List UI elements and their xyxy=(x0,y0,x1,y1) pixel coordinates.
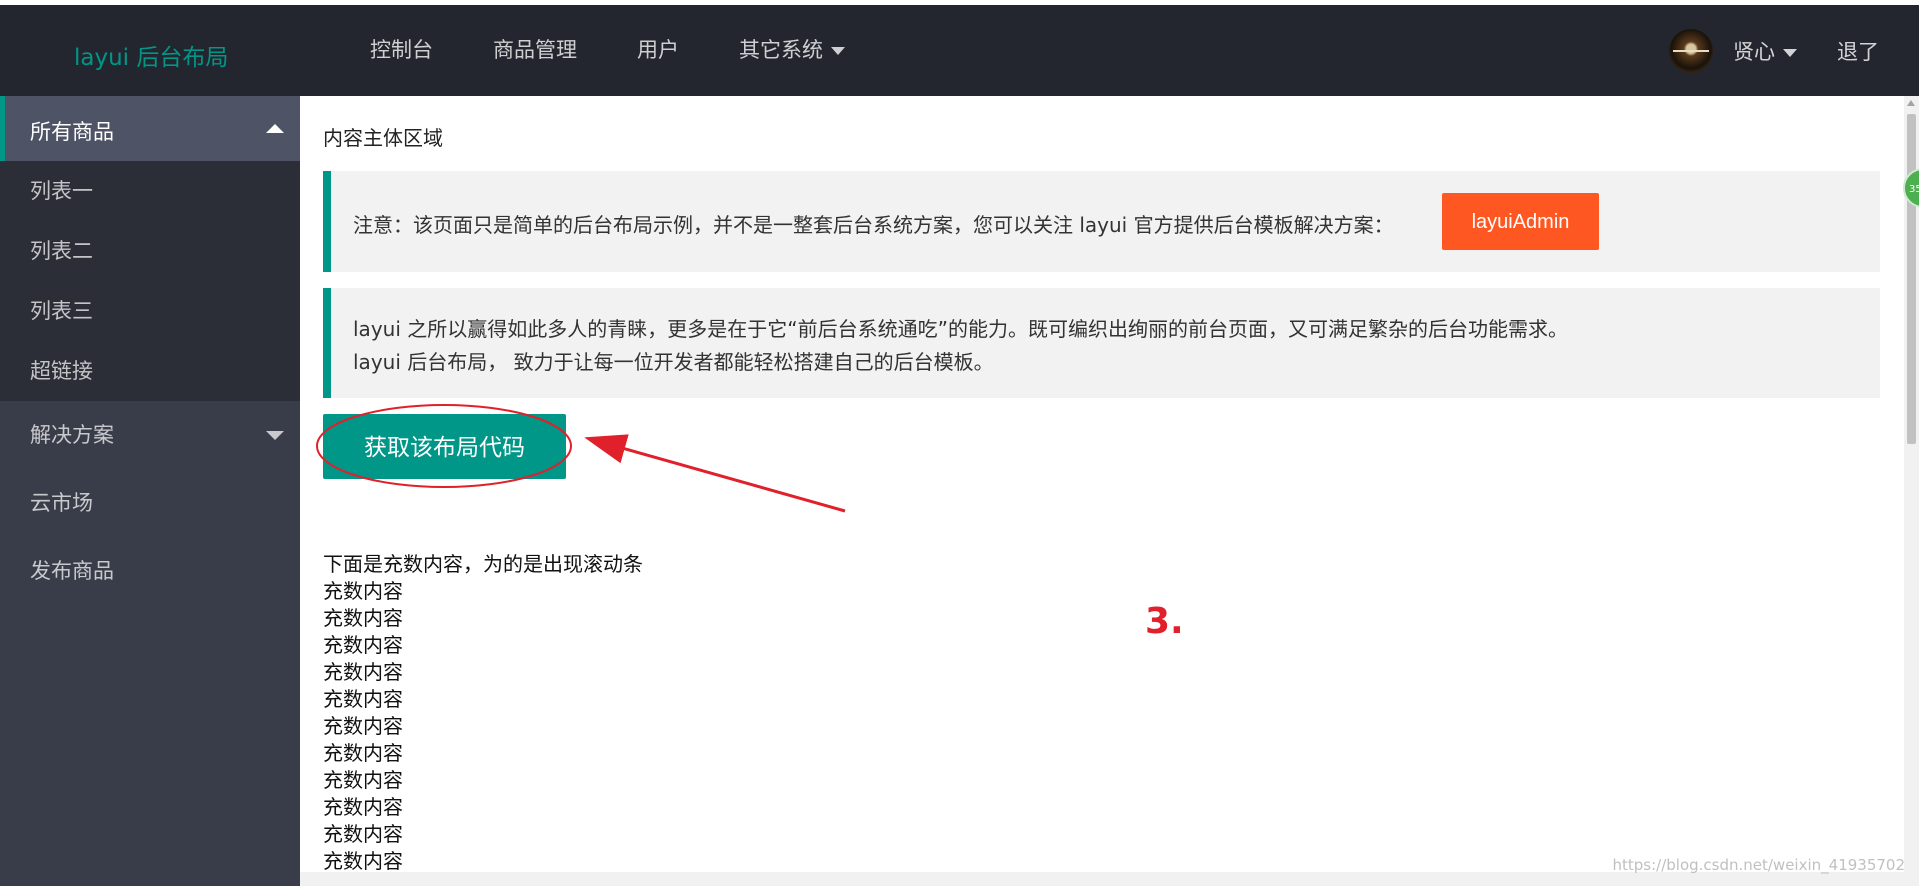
info-line: layui 之所以赢得如此多人的青睐，更多是在于它“前后台系统通吃”的能力。既可… xyxy=(353,317,1568,341)
sidebar-group-label: 所有商品 xyxy=(30,120,114,144)
get-layout-code-button[interactable]: 获取该布局代码 xyxy=(323,414,566,479)
chevron-down-icon xyxy=(266,431,284,440)
annotation-label: 3. xyxy=(1145,601,1184,642)
chevron-down-icon xyxy=(1783,48,1797,57)
horizontal-scrollbar[interactable] xyxy=(300,872,1904,886)
user-name: 贤心 xyxy=(1733,39,1775,64)
filler-line: 充数内容 xyxy=(323,660,403,684)
filler-line: 充数内容 xyxy=(323,795,403,819)
filler-line: 充数内容 xyxy=(323,822,403,846)
scrollbar-thumb[interactable] xyxy=(1907,114,1916,444)
filler-line: 充数内容 xyxy=(323,768,403,792)
notice-text: 注意：该页面只是简单的后台布局示例，并不是一整套后台系统方案，您可以关注 lay… xyxy=(353,213,1394,237)
filler-line: 充数内容 xyxy=(323,579,403,603)
filler-line: 充数内容 xyxy=(323,687,403,711)
nav-other-systems-label: 其它系统 xyxy=(739,38,823,62)
nav-goods-management[interactable]: 商品管理 xyxy=(463,5,607,96)
page-title: 内容主体区域 xyxy=(323,126,443,150)
sidebar: 所有商品 列表一 列表二 列表三 超链接 解决方案 云市场 发布商品 xyxy=(0,96,300,886)
watermark-text: https://blog.csdn.net/weixin_41935702 xyxy=(1612,856,1905,874)
sidebar-group-all-goods[interactable]: 所有商品 xyxy=(0,96,300,161)
filler-line: 充数内容 xyxy=(323,633,403,657)
scroll-up-icon[interactable] xyxy=(1907,100,1915,106)
main-content: 内容主体区域 注意：该页面只是简单的后台布局示例，并不是一整套后台系统方案，您可… xyxy=(300,96,1904,886)
annotation-arrow xyxy=(584,434,846,513)
info-line: layui 后台布局， 致力于让每一位开发者都能轻松搭建自己的后台模板。 xyxy=(353,350,994,374)
sidebar-item-solutions[interactable]: 解决方案 xyxy=(0,401,300,469)
nav-users[interactable]: 用户 xyxy=(607,5,709,96)
top-nav: 控制台 商品管理 用户 其它系统 xyxy=(340,5,875,96)
app-logo[interactable]: layui 后台布局 xyxy=(74,38,228,72)
nav-other-systems[interactable]: 其它系统 xyxy=(709,5,875,96)
filler-line: 充数内容 xyxy=(323,606,403,630)
nav-console[interactable]: 控制台 xyxy=(340,5,463,96)
sidebar-submenu: 列表一 列表二 列表三 超链接 xyxy=(0,161,300,401)
avatar[interactable] xyxy=(1669,28,1713,73)
sidebar-item-publish-goods[interactable]: 发布商品 xyxy=(0,537,300,605)
user-menu[interactable]: 贤心 xyxy=(1733,36,1797,66)
filler-line: 充数内容 xyxy=(323,849,403,873)
sidebar-item-cloud-market[interactable]: 云市场 xyxy=(0,469,300,537)
sidebar-item-hyperlink[interactable]: 超链接 xyxy=(0,341,300,401)
sidebar-item-list-2[interactable]: 列表二 xyxy=(0,221,300,281)
user-area: 贤心 退了 xyxy=(1669,5,1879,96)
chevron-down-icon xyxy=(831,47,845,55)
filler-content: 下面是充数内容，为的是出现滚动条 充数内容 充数内容 充数内容 充数内容 充数内… xyxy=(323,551,643,875)
layuiadmin-button[interactable]: layuiAdmin xyxy=(1442,193,1599,250)
sidebar-item-list-3[interactable]: 列表三 xyxy=(0,281,300,341)
sidebar-item-label: 解决方案 xyxy=(30,423,114,447)
info-blockquote: layui 之所以赢得如此多人的青睐，更多是在于它“前后台系统通吃”的能力。既可… xyxy=(323,288,1880,398)
filler-line: 充数内容 xyxy=(323,741,403,765)
notice-blockquote: 注意：该页面只是简单的后台布局示例，并不是一整套后台系统方案，您可以关注 lay… xyxy=(323,171,1880,272)
top-header: layui 后台布局 控制台 商品管理 用户 其它系统 贤心 退了 xyxy=(0,5,1919,96)
sidebar-item-list-1[interactable]: 列表一 xyxy=(0,161,300,221)
logout-link[interactable]: 退了 xyxy=(1837,36,1879,66)
filler-intro: 下面是充数内容，为的是出现滚动条 xyxy=(323,552,643,576)
filler-line: 充数内容 xyxy=(323,714,403,738)
chevron-up-icon xyxy=(266,124,284,133)
vertical-scrollbar[interactable] xyxy=(1904,96,1919,886)
